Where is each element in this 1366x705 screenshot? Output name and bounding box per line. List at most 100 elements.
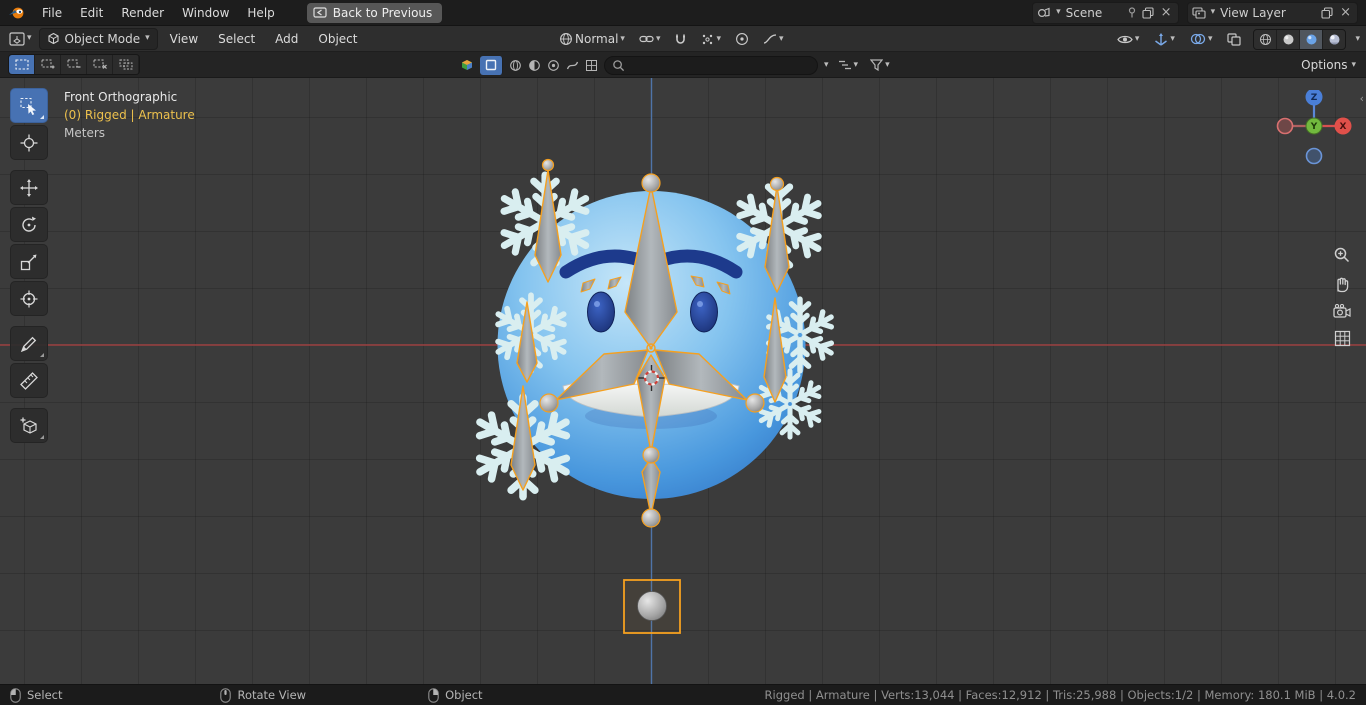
gizmo-axis-z-neg[interactable]	[1305, 147, 1323, 165]
filter-grid-icon[interactable]	[585, 59, 598, 72]
3d-viewport-icon	[9, 31, 25, 46]
blender-logo-icon[interactable]	[8, 6, 26, 20]
menu-object[interactable]: Object	[310, 29, 365, 49]
filter-mesh-toggle[interactable]	[480, 55, 503, 75]
viewport-canvas[interactable]	[0, 78, 1366, 684]
filter-dot-sphere-icon[interactable]	[547, 59, 560, 72]
material-sphere-icon	[1306, 34, 1317, 44]
shading-rendered-button[interactable]	[1323, 29, 1346, 49]
new-view-layer-icon[interactable]	[1321, 6, 1333, 19]
menu-select[interactable]: Select	[210, 29, 263, 49]
snap-target-dropdown[interactable]: ▾	[636, 31, 664, 47]
snap-toggle[interactable]	[671, 31, 690, 48]
tool-scale[interactable]	[10, 244, 48, 279]
chevron-down-icon: ▾	[1351, 59, 1356, 70]
menu-add[interactable]: Add	[267, 29, 306, 49]
proportional-falloff-dropdown[interactable]: ▾	[760, 31, 787, 47]
menu-file[interactable]: File	[34, 3, 70, 23]
zoom-icon[interactable]	[1333, 246, 1351, 264]
chevron-down-icon: ▾	[1170, 33, 1175, 44]
select-mode-extend[interactable]	[35, 55, 61, 74]
header-right-controls: ▾ ▾ ▾ ▾	[1114, 28, 1360, 50]
remove-view-layer-icon[interactable]: ×	[1338, 6, 1353, 19]
header-center-controls: Normal ▾ ▾ ▾ ▾	[556, 28, 787, 50]
filter-sphere-icon[interactable]	[509, 59, 522, 72]
select-mode-subtract[interactable]	[61, 55, 87, 74]
show-overlays-toggle[interactable]: ▾	[1187, 31, 1216, 47]
menu-view[interactable]: View	[162, 29, 206, 49]
tool-annotate[interactable]	[10, 326, 48, 361]
tool-cursor[interactable]	[10, 125, 48, 160]
view-layer-icon[interactable]	[1192, 6, 1206, 19]
back-to-previous-button[interactable]: Back to Previous	[306, 2, 443, 23]
tool-measure[interactable]	[10, 363, 48, 398]
filter-curve-icon[interactable]	[566, 59, 579, 72]
object-visibility-dropdown[interactable]: ▾	[1114, 32, 1143, 47]
viewport-header: ▾ Object Mode ▾ View Select Add Object N…	[0, 26, 1366, 52]
overlays-icon	[1190, 33, 1206, 45]
menu-render[interactable]: Render	[113, 3, 172, 23]
camera-view-icon[interactable]	[1333, 304, 1351, 319]
search-input[interactable]	[630, 58, 810, 72]
show-gizmo-toggle[interactable]: ▾	[1151, 30, 1178, 48]
menu-window[interactable]: Window	[174, 3, 237, 23]
object-mode-icon	[47, 32, 59, 45]
view-layer-selector[interactable]: ▾ View Layer ×	[1186, 1, 1358, 24]
shading-wireframe-button[interactable]	[1254, 29, 1278, 49]
scene-name[interactable]: Scene	[1066, 6, 1122, 20]
pan-hand-icon[interactable]	[1333, 275, 1351, 293]
select-mode-intersect[interactable]	[113, 55, 139, 74]
mode-dropdown[interactable]: Object Mode ▾	[38, 27, 158, 50]
tool-add-cube[interactable]	[10, 408, 48, 443]
mouse-middle-icon	[220, 687, 232, 703]
shading-material-button[interactable]	[1300, 29, 1324, 49]
proportional-editing-toggle[interactable]	[732, 30, 752, 48]
filter-funnel-dropdown[interactable]: ▾	[867, 57, 893, 73]
toolbar	[10, 88, 48, 443]
orientation-globe-icon	[560, 33, 572, 45]
perspective-toggle-icon[interactable]	[1334, 330, 1351, 347]
scene-selector[interactable]: ▾ Scene ×	[1032, 1, 1179, 24]
sidebar-toggle-arrow[interactable]: ‹	[1360, 92, 1364, 105]
view-layer-name[interactable]: View Layer	[1220, 6, 1316, 20]
tool-transform[interactable]	[10, 281, 48, 316]
scene-collection-icon[interactable]	[460, 58, 474, 72]
snap-settings-dropdown[interactable]: ▾	[698, 31, 724, 48]
gizmo-icon	[1155, 33, 1168, 46]
gizmo-axis-x-neg[interactable]	[1276, 117, 1294, 135]
menu-edit[interactable]: Edit	[72, 3, 111, 23]
tool-select-box[interactable]	[10, 88, 48, 123]
select-mode-new[interactable]	[9, 55, 35, 74]
menu-help[interactable]: Help	[239, 3, 282, 23]
scene-units: Meters	[64, 126, 106, 140]
shading-dropdown-chevron[interactable]: ▾	[1355, 34, 1360, 44]
svg-text:Y: Y	[1310, 122, 1318, 132]
options-dropdown[interactable]: Options ▾	[1301, 55, 1356, 75]
root-bone-widget[interactable]	[623, 579, 681, 634]
pin-icon[interactable]	[1127, 7, 1137, 18]
search-field[interactable]	[604, 55, 818, 75]
select-mode-invert[interactable]	[87, 55, 113, 74]
chevron-down-icon: ▾	[779, 33, 784, 44]
new-scene-icon[interactable]	[1142, 6, 1154, 19]
eye-left	[587, 291, 615, 333]
navigation-gizmo[interactable]: Z X Y	[1276, 90, 1352, 174]
tree-list-icon	[838, 60, 851, 70]
unlink-scene-icon[interactable]: ×	[1159, 6, 1174, 19]
search-options-chevron[interactable]: ▾	[824, 60, 829, 70]
hint-object: Object	[428, 687, 483, 703]
tool-rotate[interactable]	[10, 207, 48, 242]
shading-mode-group	[1253, 28, 1347, 50]
chevron-down-icon: ▾	[853, 59, 859, 70]
transform-orientation-dropdown[interactable]: Normal ▾	[556, 30, 628, 48]
scene-browse-icon[interactable]	[1037, 7, 1051, 19]
tool-move[interactable]	[10, 170, 48, 205]
search-icon	[612, 59, 625, 72]
solid-sphere-icon	[1283, 34, 1294, 44]
filter-type-dropdown[interactable]: ▾	[835, 57, 862, 73]
editor-type-button[interactable]: ▾	[6, 30, 35, 48]
filter-halfsphere-icon[interactable]	[528, 59, 541, 72]
viewport-3d[interactable]: Front Orthographic (0) Rigged | Armature…	[0, 78, 1366, 684]
xray-toggle[interactable]	[1224, 31, 1244, 48]
shading-solid-button[interactable]	[1277, 29, 1301, 49]
